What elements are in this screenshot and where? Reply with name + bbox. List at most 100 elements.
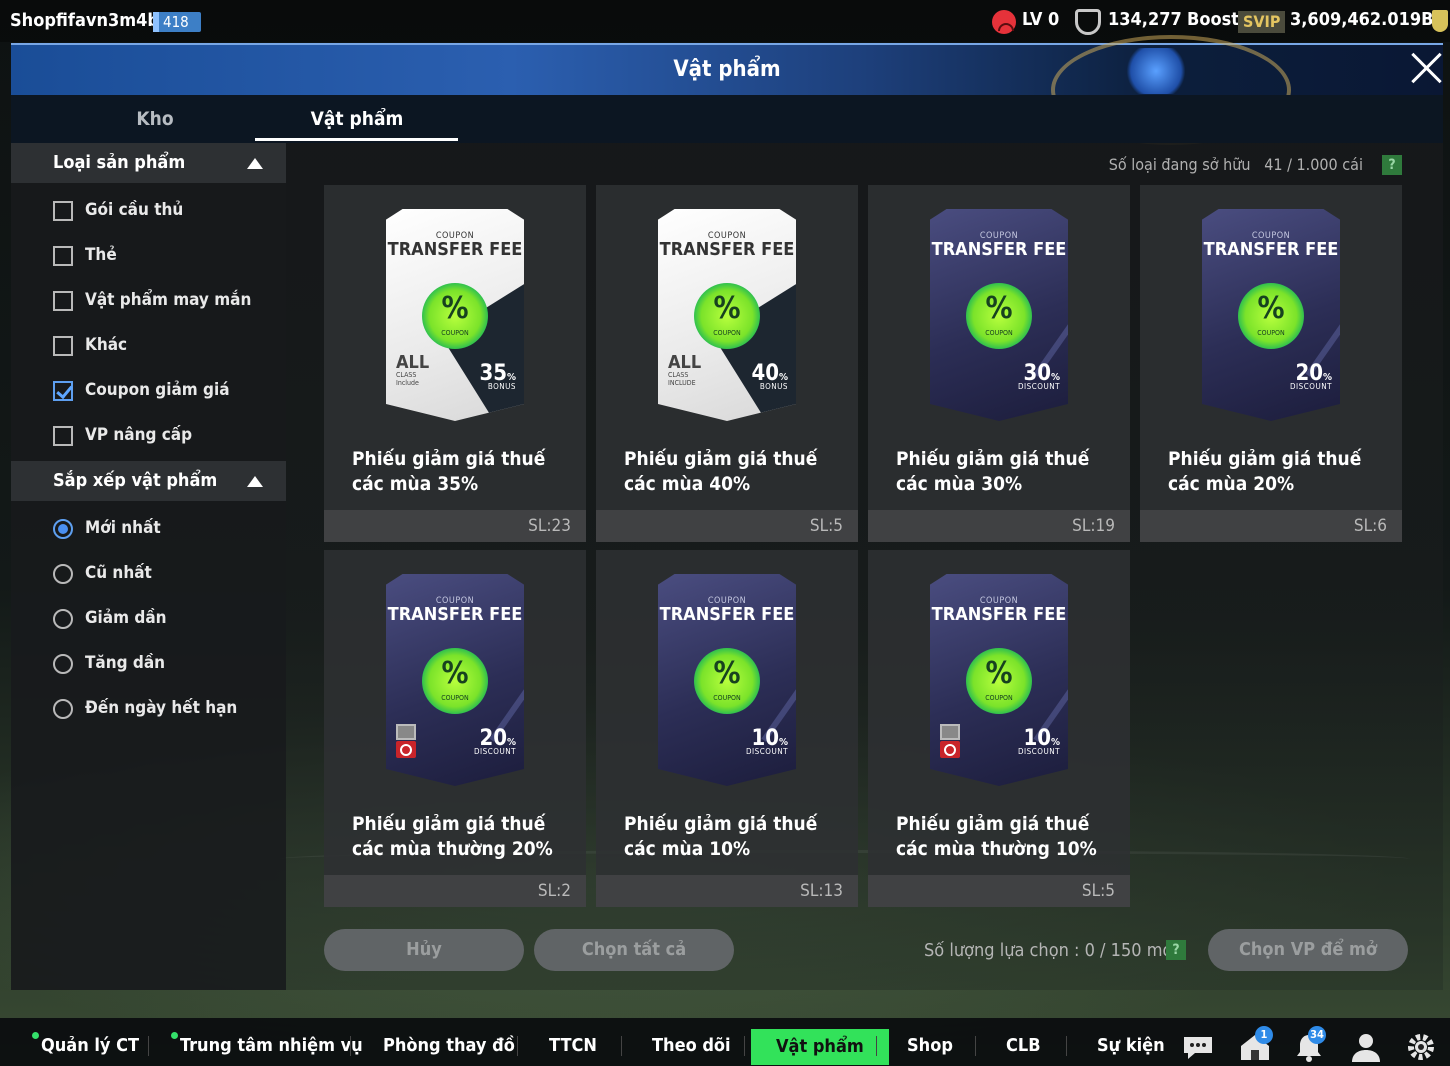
item-quantity: SL:19 — [1072, 516, 1115, 536]
item-card[interactable]: COUPON TRANSFER FEE % COUPON 30% DISCOUNT… — [868, 185, 1130, 542]
category-header[interactable]: Loại sản phẩm — [11, 143, 286, 183]
coupon-title: TRANSFER FEE — [659, 604, 795, 625]
percent-badge-icon: % COUPON — [966, 648, 1032, 714]
percent-symbol: % — [713, 291, 741, 326]
sort-title: Sắp xếp vật phẩm — [53, 470, 218, 491]
item-name: Phiếu giảm giá thuế các mùa 20% — [1168, 448, 1362, 495]
coupon-title: TRANSFER FEE — [931, 239, 1067, 260]
select-all-button[interactable]: Chọn tất cả — [534, 929, 734, 971]
radio[interactable] — [53, 654, 73, 674]
nav-separator — [1066, 1036, 1067, 1056]
bottom-nav: Quản lý CT Trung tâm nhiệm vụ Phòng thay… — [0, 1018, 1450, 1066]
lock-icon — [396, 724, 416, 740]
sort-label: Cũ nhất — [85, 563, 152, 583]
currency-icon — [1432, 10, 1448, 32]
nav-trung-tam-nhiem-vu[interactable]: Trung tâm nhiệm vụ — [180, 1035, 363, 1056]
class-tag-sub: INCLUDE — [668, 379, 696, 387]
help-icon[interactable]: ? — [1166, 940, 1186, 960]
house-badge: 1 — [1255, 1026, 1273, 1044]
item-name: Phiếu giảm giá thuế các mùa 40% — [624, 448, 818, 495]
item-card[interactable]: COUPON TRANSFER FEE % COUPON 10% DISCOUNT… — [868, 550, 1130, 907]
tab-bar: Kho Vật phẩm — [11, 95, 1443, 143]
lv-text: LV 0 — [1022, 9, 1060, 30]
class-tag: ALL CLASS INCLUDE — [668, 352, 702, 388]
no-entry-icon — [940, 741, 960, 758]
coupon-card-image: COUPON TRANSFER FEE % COUPON 20% DISCOUNT — [1202, 209, 1340, 421]
coupon-card-image: COUPON TRANSFER FEE % COUPON 30% DISCOUNT — [930, 209, 1068, 421]
percent-badge-icon: % COUPON — [694, 648, 760, 714]
badge-coupon-text: COUPON — [441, 329, 469, 337]
lock-icon — [940, 724, 960, 740]
tab-vat-pham[interactable]: Vật phẩm — [257, 108, 457, 130]
item-card[interactable]: COUPON TRANSFER FEE % COUPON 20% DISCOUNT… — [324, 550, 586, 907]
badge-coupon-text: COUPON — [713, 329, 741, 337]
level-badge: 418 — [153, 12, 201, 32]
nav-shop[interactable]: Shop — [907, 1035, 953, 1056]
nav-separator — [876, 1036, 877, 1056]
badge-coupon-text: COUPON — [713, 694, 741, 702]
coupon-value: 10% DISCOUNT — [746, 726, 788, 756]
checkbox[interactable] — [53, 426, 73, 446]
selection-count: Số lượng lựa chọn : 0 / 150 món — [924, 940, 1183, 961]
coupon-card-image: COUPON TRANSFER FEE % COUPON 10% DISCOUNT — [930, 574, 1068, 786]
radio[interactable] — [53, 699, 73, 719]
item-card[interactable]: COUPON TRANSFER FEE % COUPON ALL CLASS Inc… — [324, 185, 586, 542]
nav-phong-thay-do[interactable]: Phòng thay đồ — [383, 1035, 515, 1056]
radio[interactable] — [53, 609, 73, 629]
nav-su-kien[interactable]: Sự kiện — [1097, 1035, 1165, 1056]
checkbox[interactable] — [53, 246, 73, 266]
badge-coupon-text: COUPON — [1257, 329, 1285, 337]
checkbox-checked[interactable] — [53, 381, 73, 401]
item-card[interactable]: COUPON TRANSFER FEE % COUPON ALL CLASS INC… — [596, 185, 858, 542]
value-subtitle: DISCOUNT — [1018, 747, 1060, 756]
nav-clb[interactable]: CLB — [1006, 1035, 1041, 1056]
bell-badge: 34 — [1308, 1026, 1326, 1044]
coupon-value: 40% BONUS — [751, 361, 788, 391]
coupon-title: TRANSFER FEE — [1203, 239, 1339, 260]
tab-kho[interactable]: Kho — [55, 108, 255, 130]
item-name: Phiếu giảm giá thuế các mùa 35% — [352, 448, 546, 495]
window-header: Vật phẩm — [11, 35, 1443, 145]
sort-header[interactable]: Sắp xếp vật phẩm — [11, 461, 286, 501]
item-card[interactable]: COUPON TRANSFER FEE % COUPON 20% DISCOUNT… — [1140, 185, 1402, 542]
percent-symbol: % — [985, 656, 1013, 691]
radio[interactable] — [53, 564, 73, 584]
open-selected-button[interactable]: Chọn VP để mở — [1208, 929, 1408, 971]
checkbox[interactable] — [53, 336, 73, 356]
item-name: Phiếu giảm giá thuế các mùa 10% — [624, 813, 818, 860]
radio-selected[interactable] — [53, 519, 73, 539]
nav-theo-doi[interactable]: Theo dõi — [652, 1035, 731, 1056]
percent-symbol: % — [1257, 291, 1285, 326]
checkbox[interactable] — [53, 291, 73, 311]
percent-symbol: % — [985, 291, 1013, 326]
close-icon[interactable] — [1410, 52, 1442, 84]
settings-icon[interactable] — [1404, 1032, 1438, 1062]
nav-separator — [350, 1036, 351, 1056]
class-tag-big: ALL — [668, 352, 702, 373]
coupon-title: TRANSFER FEE — [931, 604, 1067, 625]
cancel-button[interactable]: Hủy — [324, 929, 524, 971]
blocked-icon — [940, 724, 960, 758]
top-status-bar: Shopfifavn3m4bp 418 LV 0 134,277 Boost S… — [0, 0, 1450, 42]
collapse-up-icon[interactable] — [247, 476, 263, 487]
percent-badge-icon: % COUPON — [422, 283, 488, 349]
item-quantity: SL:13 — [800, 881, 843, 901]
collapse-up-icon[interactable] — [247, 158, 263, 169]
notification-dot — [32, 1032, 39, 1039]
badge-coupon-text: COUPON — [985, 694, 1013, 702]
item-quantity: SL:6 — [1353, 516, 1387, 536]
chat-icon[interactable] — [1181, 1032, 1215, 1062]
item-card[interactable]: COUPON TRANSFER FEE % COUPON 10% DISCOUNT… — [596, 550, 858, 907]
checkbox[interactable] — [53, 201, 73, 221]
coupon-title: TRANSFER FEE — [659, 239, 795, 260]
nav-quan-ly-ct[interactable]: Quản lý CT — [41, 1035, 139, 1056]
balance: 3,609,462.019B — [1290, 9, 1434, 30]
category-label: Vật phẩm may mắn — [85, 290, 252, 310]
category-label: VP nâng cấp — [85, 425, 193, 445]
nav-ttcn[interactable]: TTCN — [549, 1035, 597, 1056]
profile-icon[interactable] — [1349, 1032, 1383, 1062]
nav-vat-pham[interactable]: Vật phẩm — [751, 1029, 889, 1065]
coupon-value: 10% DISCOUNT — [1018, 726, 1060, 756]
help-icon[interactable]: ? — [1382, 155, 1402, 175]
owned-value: 41 / 1.000 cái — [1264, 155, 1363, 174]
